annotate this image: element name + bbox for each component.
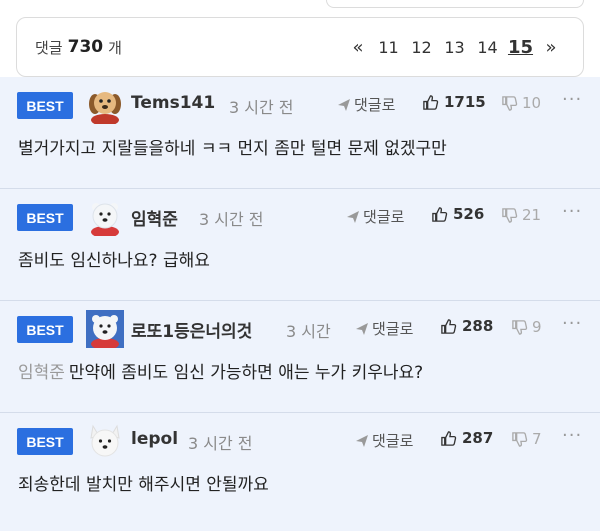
page-links: « 11 12 13 14 15 » bbox=[344, 37, 565, 58]
like-button[interactable]: 288 bbox=[440, 317, 493, 335]
more-options-button[interactable]: ··· bbox=[562, 313, 582, 334]
comment-nickname[interactable]: 임혁준 bbox=[131, 205, 178, 230]
comment-item: BEST 임혁준 3 시간 전 댓글로 526 21 ··· 좀비도 임신하나요… bbox=[0, 189, 600, 301]
send-icon bbox=[356, 322, 368, 335]
reply-label: 댓글로 bbox=[363, 208, 405, 226]
comment-item: BEST 로또1등은너의것 3 시간 댓글로 288 9 ··· 임혁준 만약에 … bbox=[0, 301, 600, 413]
thumbs-down-icon bbox=[512, 319, 528, 335]
comment-text: 죄송한데 발치만 해주시면 안될까요 bbox=[18, 475, 269, 495]
comment-time: 3 시간 전 bbox=[188, 434, 253, 453]
reply-button[interactable]: 댓글로 bbox=[337, 94, 395, 115]
comment-body: 임혁준 만약에 좀비도 임신 가능하면 애는 누가 키우나요? bbox=[0, 357, 600, 415]
page-link[interactable]: 12 bbox=[405, 38, 438, 57]
reply-label: 댓글로 bbox=[354, 96, 396, 114]
comment-time: 3 시간 bbox=[286, 322, 331, 341]
comment-body: 좀비도 임신하나요? 급해요 bbox=[0, 245, 600, 303]
page-link[interactable]: 14 bbox=[471, 38, 504, 57]
like-count: 288 bbox=[462, 317, 494, 335]
prev-pages-button[interactable]: « bbox=[344, 37, 372, 58]
comment-nickname[interactable]: lepol bbox=[131, 429, 178, 449]
dislike-count: 21 bbox=[522, 206, 542, 224]
comment-count: 댓글 730 개 bbox=[35, 37, 122, 58]
comment-nickname[interactable]: Tems141 bbox=[131, 93, 215, 113]
puppy-avatar-icon[interactable] bbox=[86, 86, 124, 124]
polar-bear-avatar-icon[interactable] bbox=[86, 198, 124, 236]
comment-time: 3 시간 전 bbox=[199, 210, 264, 229]
reply-button[interactable]: 댓글로 bbox=[346, 206, 404, 227]
more-options-button[interactable]: ··· bbox=[562, 89, 582, 110]
next-pages-button[interactable]: » bbox=[537, 37, 565, 58]
more-options-button[interactable]: ··· bbox=[562, 201, 582, 222]
dislike-count: 7 bbox=[532, 430, 542, 448]
thumbs-up-icon bbox=[441, 430, 457, 446]
current-page-link[interactable]: 15 bbox=[504, 37, 537, 58]
comment-item: BEST lepol 3 시간 전 댓글로 287 7 ··· 죄송한데 발치만… bbox=[0, 413, 600, 531]
comment-pagination: 댓글 730 개 « 11 12 13 14 15 » bbox=[16, 17, 584, 77]
dislike-button[interactable]: 10 bbox=[501, 94, 541, 112]
thumbs-up-icon bbox=[432, 206, 448, 222]
page-link[interactable]: 11 bbox=[372, 38, 405, 57]
comment-text: 별거가지고 지랄들을하네 ㅋㅋ 먼지 좀만 털면 문제 없겠구만 bbox=[18, 139, 447, 159]
dislike-button[interactable]: 9 bbox=[511, 318, 542, 336]
dislike-button[interactable]: 7 bbox=[511, 430, 542, 448]
like-count: 287 bbox=[462, 429, 494, 447]
page-link[interactable]: 13 bbox=[438, 38, 471, 57]
like-count: 1715 bbox=[444, 93, 486, 111]
reply-label: 댓글로 bbox=[372, 320, 414, 338]
comment-body: 별거가지고 지랄들을하네 ㅋㅋ 먼지 좀만 털면 문제 없겠구만 bbox=[0, 133, 600, 191]
comment-item: BEST Tems141 3 시간 전 댓글로 1715 10 ··· 별거가지… bbox=[0, 77, 600, 189]
comment-mention[interactable]: 임혁준 bbox=[18, 363, 65, 383]
comment-count-label: 댓글 bbox=[35, 38, 63, 57]
polar-bear-avatar-icon[interactable] bbox=[86, 310, 124, 348]
comment-text: 좀비도 임신하나요? 급해요 bbox=[18, 251, 210, 271]
like-button[interactable]: 1715 bbox=[422, 93, 486, 111]
thumbs-down-icon bbox=[502, 95, 518, 111]
best-badge: BEST bbox=[17, 316, 73, 343]
white-dog-avatar-icon[interactable] bbox=[86, 422, 124, 460]
more-options-button[interactable]: ··· bbox=[562, 425, 582, 446]
thumbs-up-icon bbox=[441, 318, 457, 334]
comment-body: 죄송한데 발치만 해주시면 안될까요 bbox=[0, 469, 600, 527]
dislike-count: 9 bbox=[532, 318, 542, 336]
best-badge: BEST bbox=[17, 428, 73, 455]
send-icon bbox=[356, 434, 368, 447]
thumbs-up-icon bbox=[423, 94, 439, 110]
reply-button[interactable]: 댓글로 bbox=[355, 318, 413, 339]
best-badge: BEST bbox=[17, 92, 73, 119]
send-icon bbox=[338, 98, 350, 111]
comment-count-unit: 개 bbox=[108, 38, 122, 57]
comment-nickname[interactable]: 로또1등은너의것 bbox=[131, 317, 252, 342]
reply-button[interactable]: 댓글로 bbox=[355, 430, 413, 451]
send-icon bbox=[347, 210, 359, 223]
dislike-count: 10 bbox=[522, 94, 542, 112]
top-card-edge bbox=[326, 0, 584, 8]
comment-time: 3 시간 전 bbox=[229, 98, 294, 117]
thumbs-down-icon bbox=[502, 207, 518, 223]
comment-count-number: 730 bbox=[67, 37, 104, 57]
like-button[interactable]: 526 bbox=[431, 205, 484, 223]
like-count: 526 bbox=[453, 205, 485, 223]
dislike-button[interactable]: 21 bbox=[501, 206, 541, 224]
comment-text: 만약에 좀비도 임신 가능하면 애는 누가 키우나요? bbox=[68, 363, 424, 383]
like-button[interactable]: 287 bbox=[440, 429, 493, 447]
thumbs-down-icon bbox=[512, 431, 528, 447]
reply-label: 댓글로 bbox=[372, 432, 414, 450]
best-badge: BEST bbox=[17, 204, 73, 231]
